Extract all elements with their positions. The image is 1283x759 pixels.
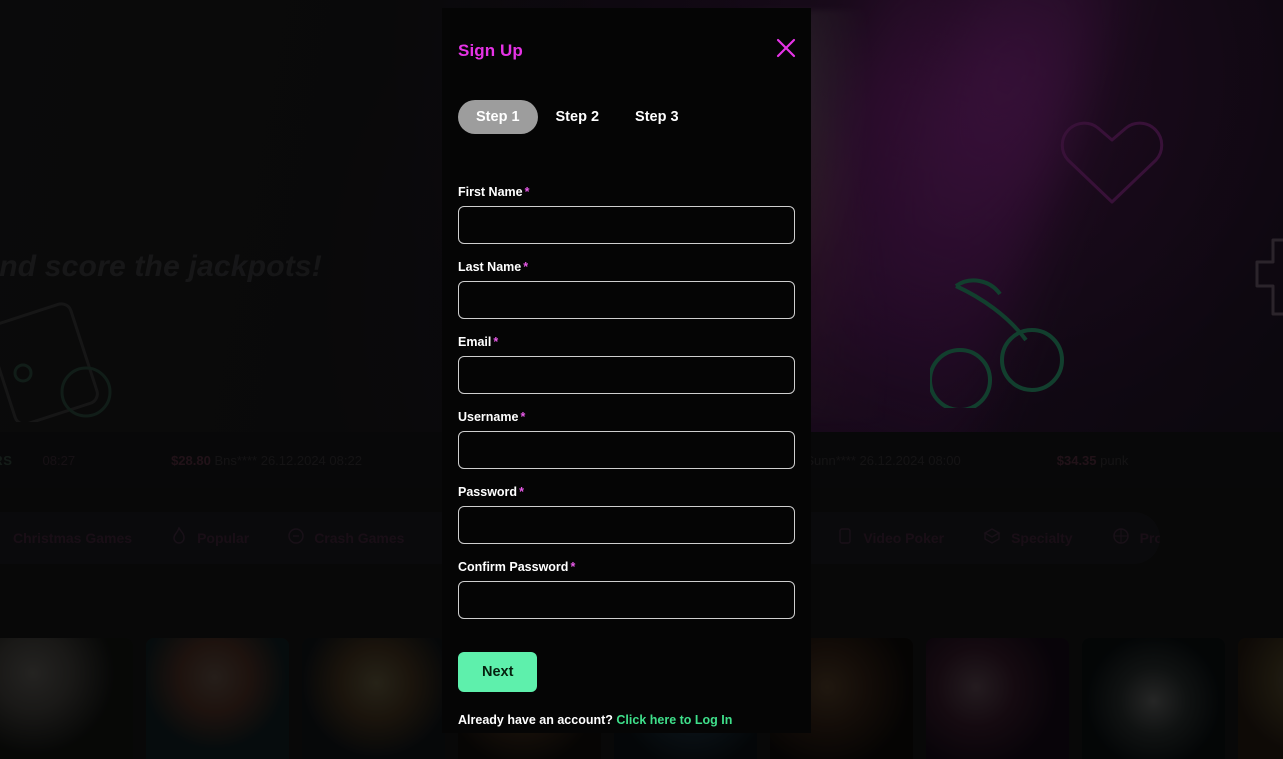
required-asterisk: * <box>493 335 499 349</box>
label-text: Password <box>458 485 518 499</box>
field-last-name: Last Name * <box>458 260 795 319</box>
field-username: Username * <box>458 410 795 469</box>
password-label: Password * <box>458 485 795 499</box>
field-email: Email * <box>458 335 795 394</box>
required-asterisk: * <box>524 185 530 199</box>
last-name-label: Last Name * <box>458 260 795 274</box>
label-text: Last Name <box>458 260 522 274</box>
label-text: Email <box>458 335 492 349</box>
email-input[interactable] <box>458 356 795 394</box>
close-button[interactable] <box>771 34 801 64</box>
label-text: Username <box>458 410 519 424</box>
login-prompt-row: Already have an account? Click here to L… <box>458 713 795 727</box>
required-asterisk: * <box>570 560 576 574</box>
field-password: Password * <box>458 485 795 544</box>
modal-header: Sign Up <box>458 8 796 64</box>
login-link[interactable]: Click here to Log In <box>616 713 732 727</box>
tab-step-2[interactable]: Step 2 <box>538 100 618 134</box>
label-text: Confirm Password <box>458 560 569 574</box>
tab-step-3[interactable]: Step 3 <box>617 100 697 134</box>
label-text: First Name <box>458 185 523 199</box>
step-tabs[interactable]: Step 1 Step 2 Step 3 <box>458 100 795 134</box>
first-name-input[interactable] <box>458 206 795 244</box>
password-input[interactable] <box>458 506 795 544</box>
app-root: es and score the jackpots! <box>0 0 1283 759</box>
tab-step-1[interactable]: Step 1 <box>458 100 538 134</box>
first-name-label: First Name * <box>458 185 795 199</box>
signup-modal: Sign Up Step 1 Step 2 Step 3 First Name … <box>442 8 811 733</box>
field-first-name: First Name * <box>458 185 795 244</box>
close-icon <box>775 37 797 62</box>
email-label: Email * <box>458 335 795 349</box>
field-confirm-password: Confirm Password * <box>458 560 795 619</box>
confirm-password-input[interactable] <box>458 581 795 619</box>
next-button[interactable]: Next <box>458 652 538 692</box>
required-asterisk: * <box>523 260 529 274</box>
last-name-input[interactable] <box>458 281 795 319</box>
required-asterisk: * <box>520 410 526 424</box>
signup-form: First Name * Last Name * Email * Usernam… <box>458 185 795 727</box>
username-input[interactable] <box>458 431 795 469</box>
modal-title: Sign Up <box>458 41 523 60</box>
login-prompt-text: Already have an account? <box>458 713 613 727</box>
confirm-password-label: Confirm Password * <box>458 560 795 574</box>
username-label: Username * <box>458 410 795 424</box>
required-asterisk: * <box>519 485 524 499</box>
